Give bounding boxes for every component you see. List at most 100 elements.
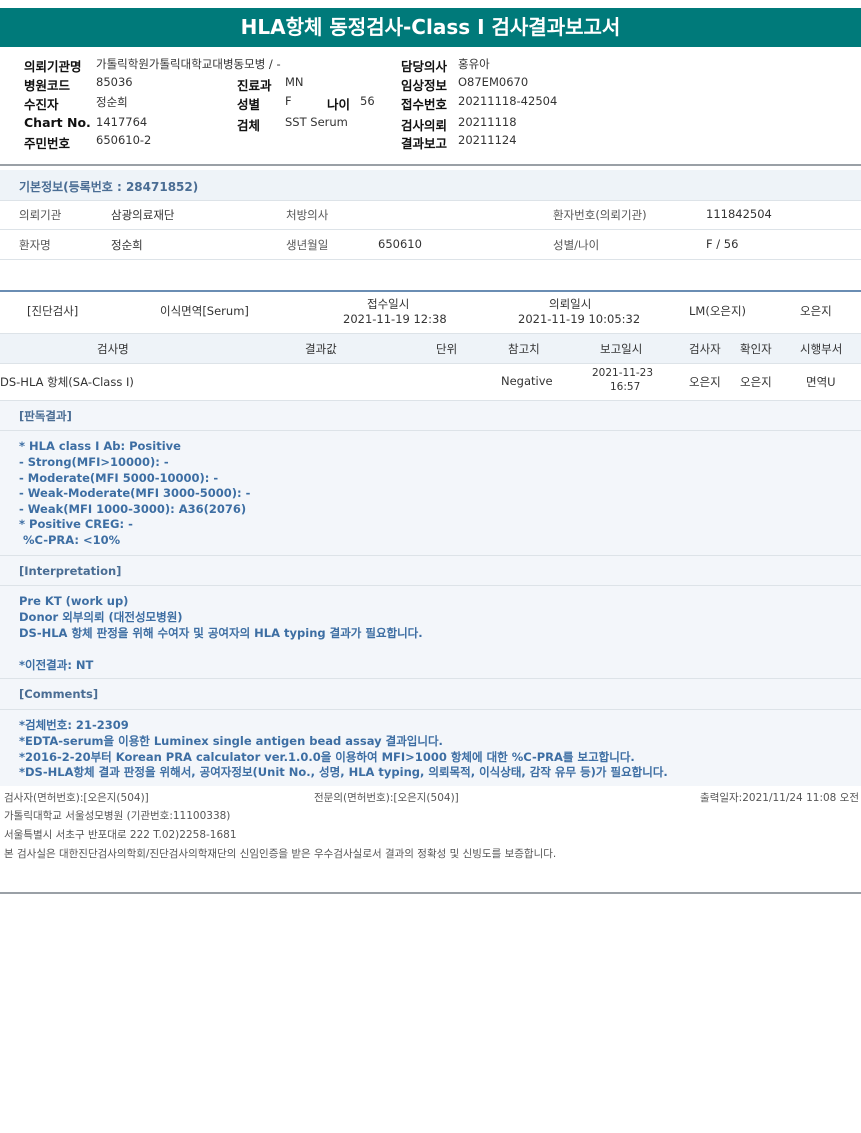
judgement-line: - Weak(MFI 1000-3000): A36(2076)	[19, 502, 247, 516]
receipt-value: 2021-11-19 12:38	[343, 312, 447, 326]
divider	[0, 430, 861, 431]
chart-label: Chart No.	[24, 115, 91, 130]
patient-no-label: 환자번호(의뢰기관)	[553, 208, 647, 222]
sex-value: F	[285, 94, 292, 108]
doctor-label: 담당의사	[401, 59, 448, 74]
basic-info-header: 기본정보(등록번호 : 28471852)	[0, 170, 861, 200]
hosp-code-label: 병원코드	[24, 78, 71, 93]
org-label: 의뢰기관	[19, 208, 62, 222]
clinical-value: O87EM0670	[458, 75, 529, 89]
divider	[0, 678, 861, 679]
org-value: 삼광의료재단	[111, 208, 175, 222]
divider	[0, 892, 861, 894]
patient-value: 정순희	[111, 238, 143, 252]
interpretation-line: Donor 외부의뢰 (대전성모병원)	[19, 610, 183, 624]
request-value: 2021-11-19 10:05:32	[518, 312, 641, 326]
clinical-label: 임상정보	[401, 78, 448, 93]
judgement-line: * Positive CREG: -	[19, 517, 133, 531]
row-report-time: 16:57	[610, 381, 641, 393]
divider	[0, 555, 861, 556]
result-report-label: 결과보고	[401, 136, 448, 151]
col-test-name: 검사명	[97, 342, 129, 356]
judgement-line: - Moderate(MFI 5000-10000): -	[19, 471, 219, 485]
judgement-title: [판독결과]	[19, 409, 72, 423]
result-table-header: 검사명 결과값 단위 참고치 보고일시 검사자 확인자 시행부서	[0, 333, 861, 363]
age-label: 나이	[327, 97, 351, 112]
footer-specialist: 전문의(면허번호):[오은지(504)]	[314, 792, 459, 804]
exam-person: 오은지	[800, 304, 832, 318]
test-req-value: 20211118	[458, 115, 517, 129]
lm-person: LM(오은지)	[689, 304, 747, 318]
recipient-value: 정순희	[96, 95, 128, 109]
comment-line: *2016-2-20부터 Korean PRA calculator ver.1…	[19, 750, 635, 764]
sex-age-label: 성별/나이	[553, 238, 600, 252]
comment-line: *EDTA-serum을 이용한 Luminex single antigen …	[19, 734, 443, 748]
footer-address: 서울특별시 서초구 반포대로 222 T.02)2258-1681	[4, 829, 237, 841]
patient-label: 환자명	[19, 238, 51, 252]
req-org-value: 가톨릭학원가톨릭대학교대병동모병 / -	[96, 57, 281, 71]
patient-header: 의뢰기관명 가톨릭학원가톨릭대학교대병동모병 / - 담당의사 홍유아 병원코드…	[0, 52, 861, 164]
divider	[0, 200, 861, 201]
dob-label: 생년월일	[286, 238, 329, 252]
doctor-value: 홍유아	[458, 57, 490, 71]
footer-hospital: 가톨릭대학교 서울성모병원 (기관번호:11100338)	[4, 810, 231, 822]
prescriber-label: 처방의사	[286, 208, 329, 222]
col-confirmer: 확인자	[740, 342, 772, 356]
row-report-date: 2021-11-23	[592, 367, 654, 379]
sex-label: 성별	[237, 97, 261, 112]
req-org-label: 의뢰기관명	[24, 59, 82, 74]
specimen-value: SST Serum	[285, 115, 348, 129]
sex-age-value: F / 56	[706, 237, 739, 251]
row-test-name: DS-HLA 항체(SA-Class I)	[0, 375, 134, 389]
specimen-label: 검체	[237, 118, 261, 133]
id-label: 주민번호	[24, 136, 71, 151]
interpretation-line: DS-HLA 항체 판정을 위해 수여자 및 공여자의 HLA typing 결…	[19, 626, 423, 640]
dob-value: 650610	[378, 237, 422, 251]
comment-line: *DS-HLA항체 결과 판정을 위해서, 공여자정보(Unit No., 성명…	[19, 765, 668, 779]
comment-line: *검체번호: 21-2309	[19, 718, 129, 732]
judgement-line: * HLA class I Ab: Positive	[19, 439, 181, 453]
receipt-no-value: 20211118-42504	[458, 94, 558, 108]
patient-no-value: 111842504	[706, 207, 772, 221]
diag-label: [진단검사]	[27, 304, 79, 318]
row-dept: 면역U	[806, 375, 836, 389]
exam-specimen: 이식면역[Serum]	[160, 304, 249, 318]
receipt-label: 접수일시	[367, 297, 410, 311]
footer-printed: 출력일자:2021/11/24 11:08 오전	[700, 792, 859, 804]
dept-label: 진료과	[237, 78, 272, 93]
col-result: 결과값	[305, 342, 337, 356]
exam-divider	[0, 290, 861, 292]
row-tester: 오은지	[689, 375, 721, 389]
dept-value: MN	[285, 75, 304, 89]
age-value: 56	[360, 94, 375, 108]
receipt-no-label: 접수번호	[401, 97, 448, 112]
col-report-date: 보고일시	[600, 342, 643, 356]
divider	[0, 229, 861, 230]
report-title: HLA항체 동정검사-Class I 검사결과보고서	[0, 8, 861, 47]
divider	[0, 709, 861, 710]
id-value: 650610-2	[96, 133, 152, 147]
footer-cert: 본 검사실은 대한진단검사의학회/진단검사의학재단의 신임인증을 받은 우수검사…	[4, 848, 557, 860]
test-req-label: 검사의뢰	[401, 118, 448, 133]
divider	[0, 363, 861, 364]
request-label: 의뢰일시	[549, 297, 592, 311]
hosp-code-value: 85036	[96, 75, 133, 89]
divider	[0, 259, 861, 260]
judgement-line: %C-PRA: <10%	[19, 533, 121, 547]
basic-info-title: 기본정보(등록번호 : 28471852)	[19, 180, 199, 194]
divider	[0, 164, 861, 166]
judgement-line: - Strong(MFI>10000): -	[19, 455, 169, 469]
recipient-label: 수진자	[24, 97, 59, 112]
interpretation-line: *이전결과: NT	[19, 658, 94, 672]
row-reference: Negative	[501, 374, 553, 388]
divider	[0, 585, 861, 586]
judgement-line: - Weak-Moderate(MFI 3000-5000): -	[19, 486, 251, 500]
interpretation-title: [Interpretation]	[19, 564, 122, 578]
chart-value: 1417764	[96, 115, 148, 129]
col-tester: 검사자	[689, 342, 721, 356]
col-reference: 참고치	[508, 342, 540, 356]
row-confirmer: 오은지	[740, 375, 772, 389]
footer-tester: 검사자(면허번호):[오은지(504)]	[4, 792, 149, 804]
result-report-value: 20211124	[458, 133, 517, 147]
col-unit: 단위	[436, 342, 458, 356]
